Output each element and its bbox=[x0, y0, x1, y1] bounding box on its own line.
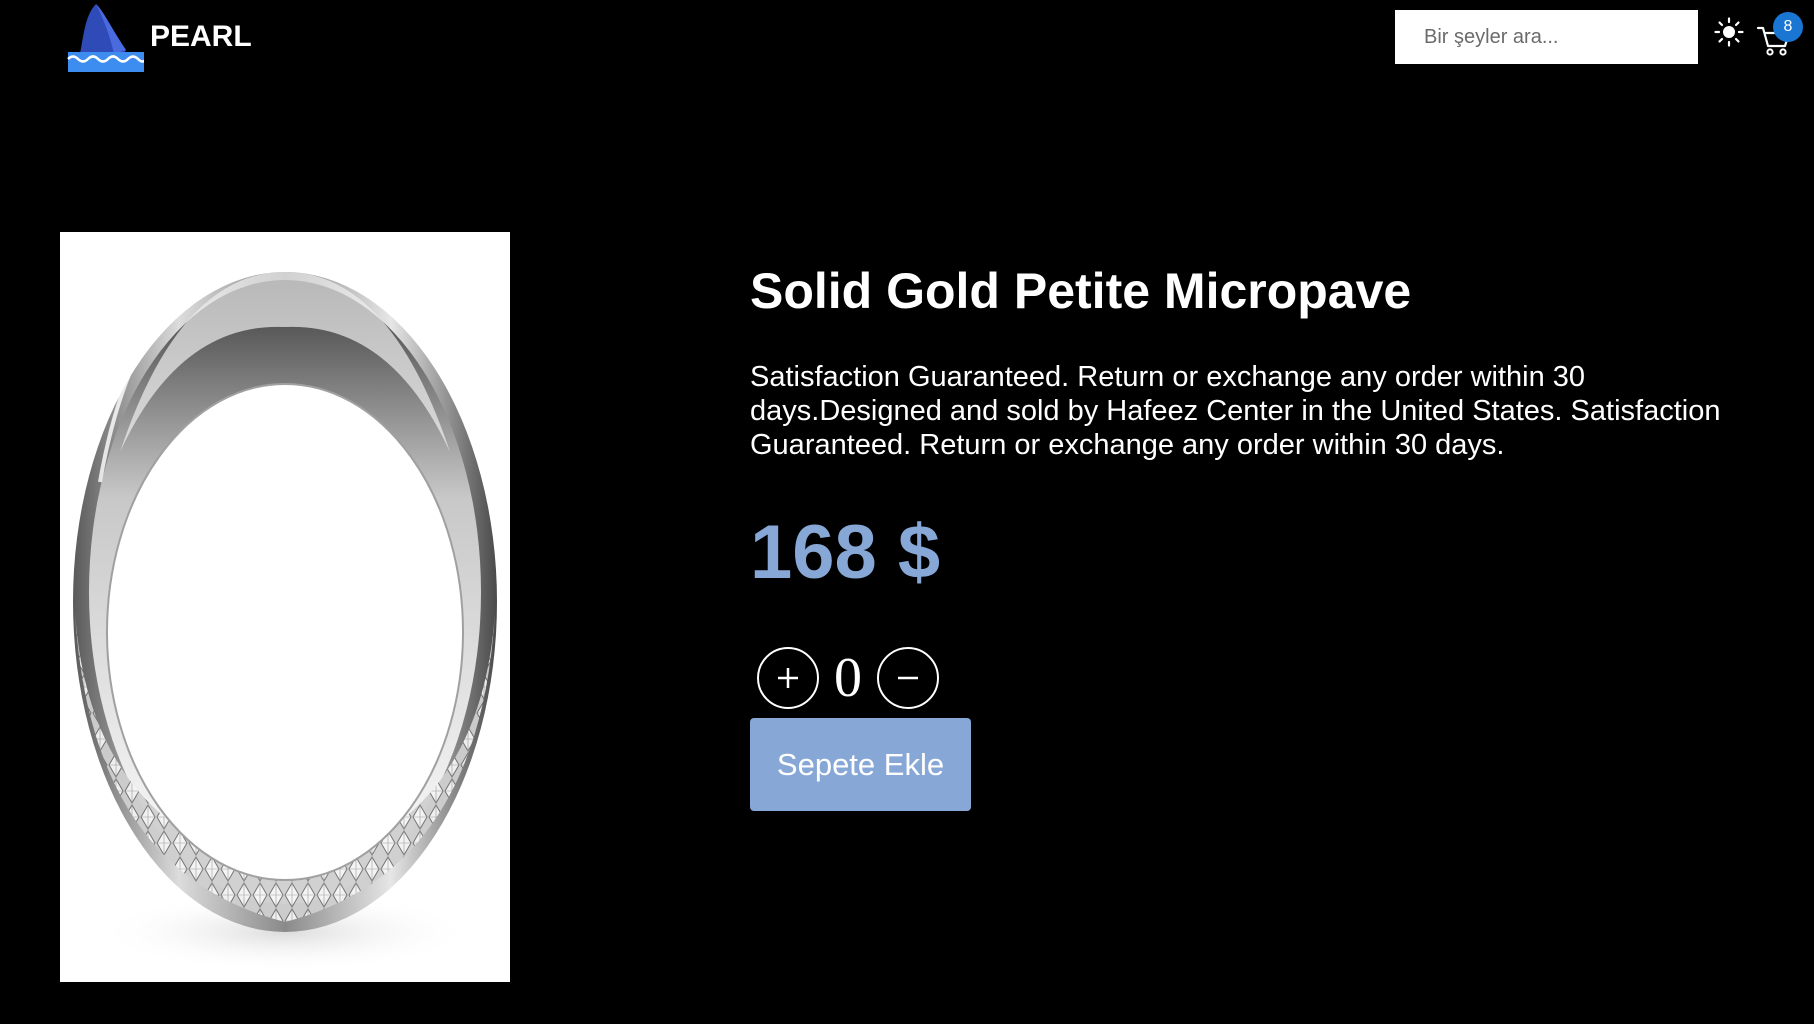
quantity-stepper: 0 bbox=[750, 646, 1770, 710]
silver-ring-photo bbox=[73, 242, 497, 972]
plus-icon bbox=[778, 668, 798, 688]
brand-name[interactable]: PEARL bbox=[150, 20, 252, 54]
add-to-cart-button[interactable]: Sepete Ekle bbox=[750, 718, 971, 811]
cart-count-badge[interactable]: 8 bbox=[1773, 12, 1803, 42]
increase-quantity-button[interactable] bbox=[757, 647, 819, 709]
decrease-quantity-button[interactable] bbox=[877, 647, 939, 709]
header: PEARL 8 bbox=[0, 0, 1814, 75]
sun-icon[interactable] bbox=[1714, 17, 1744, 47]
product-title: Solid Gold Petite Micropave bbox=[750, 263, 1412, 319]
shark-fin-logo[interactable] bbox=[64, 2, 144, 72]
product-description: Satisfaction Guaranteed. Return or excha… bbox=[750, 361, 1721, 461]
quantity-value: 0 bbox=[834, 647, 862, 709]
product-details: Solid Gold Petite Micropave Satisfaction… bbox=[750, 258, 1770, 811]
minus-icon bbox=[898, 676, 918, 680]
product-price: 168 $ bbox=[750, 510, 941, 595]
product-image bbox=[60, 232, 510, 982]
search-input[interactable] bbox=[1395, 10, 1698, 64]
